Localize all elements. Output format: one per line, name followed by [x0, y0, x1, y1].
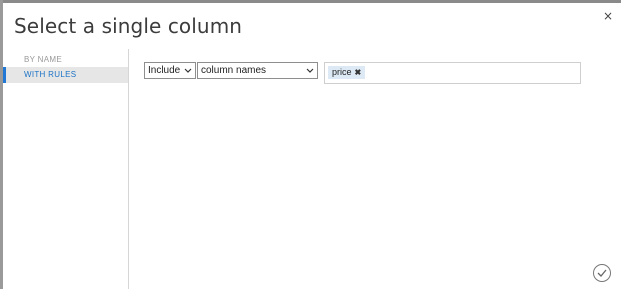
column-tag-label: price [332, 67, 352, 77]
dialog-edge [621, 0, 634, 289]
column-names-dropdown[interactable]: column names [197, 62, 318, 79]
ok-button[interactable] [593, 264, 611, 282]
column-tag-input[interactable]: price ✖ [324, 62, 581, 84]
chevron-down-icon [184, 63, 192, 83]
dialog-title: Select a single column [14, 14, 243, 38]
include-dropdown[interactable]: Include [144, 62, 196, 79]
remove-tag-icon[interactable]: ✖ [355, 66, 362, 79]
checkmark-icon [597, 269, 607, 277]
chevron-down-icon [306, 63, 314, 83]
column-tag: price ✖ [328, 66, 366, 79]
sidebar: BY NAME WITH RULES [3, 49, 129, 289]
column-names-dropdown-value: column names [201, 65, 267, 76]
include-dropdown-value: Include [148, 65, 181, 76]
sidebar-item-with-rules[interactable]: WITH RULES [3, 67, 128, 83]
close-icon[interactable]: × [603, 9, 613, 23]
sidebar-item-by-name[interactable]: BY NAME [3, 52, 128, 68]
